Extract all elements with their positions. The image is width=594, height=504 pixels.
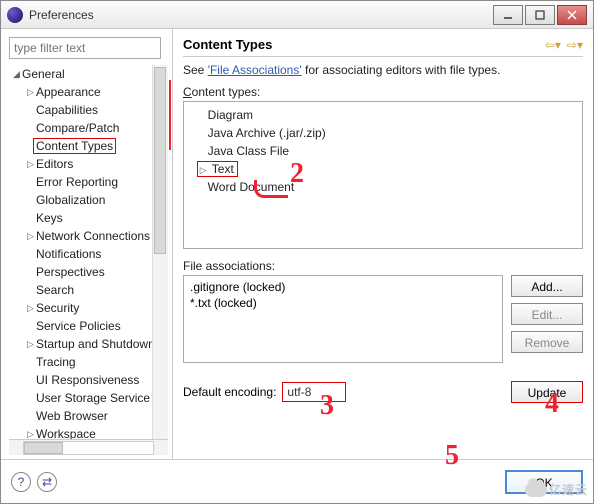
dialog-body: ◢General▷AppearanceCapabilitiesCompare/P… — [1, 29, 593, 459]
file-associations-section: File associations: .gitignore (locked)*.… — [183, 259, 583, 363]
update-button[interactable]: Update — [511, 381, 583, 403]
tree-root[interactable]: General — [22, 67, 65, 81]
ok-button[interactable]: OK — [505, 470, 583, 494]
content-type-java-class-file[interactable]: Java Class File — [190, 142, 576, 160]
right-pane: Content Types ⇦▾ ⇨▾ See 'File Associatio… — [173, 29, 593, 459]
tree-item-network-connections[interactable]: ▷Network Connections — [11, 227, 168, 245]
tree-item-workspace[interactable]: ▷Workspace — [11, 425, 168, 439]
tree-item-content-types[interactable]: Content Types — [11, 137, 168, 155]
add-button[interactable]: Add... — [511, 275, 583, 297]
file-associations-label: File associations: — [183, 259, 583, 273]
tree-item-perspectives[interactable]: Perspectives — [11, 263, 168, 281]
maximize-button[interactable] — [525, 5, 555, 25]
tree-item-security[interactable]: ▷Security — [11, 299, 168, 317]
tree-item-globalization[interactable]: Globalization — [11, 191, 168, 209]
preferences-tree[interactable]: ◢General▷AppearanceCapabilitiesCompare/P… — [9, 65, 168, 439]
encoding-row: Default encoding: Update — [183, 381, 583, 403]
filter-input[interactable] — [9, 37, 161, 59]
tree-item-web-browser[interactable]: Web Browser — [11, 407, 168, 425]
forward-icon[interactable]: ⇨▾ — [567, 38, 583, 52]
intro-text: See 'File Associations' for associating … — [183, 63, 583, 77]
file-assoc-item[interactable]: *.txt (locked) — [190, 296, 496, 312]
import-export-icon[interactable]: ⇄ — [37, 472, 57, 492]
tree-item-keys[interactable]: Keys — [11, 209, 168, 227]
app-icon — [7, 7, 23, 23]
content-type-text[interactable]: ▷ Text — [190, 160, 576, 178]
titlebar: Preferences — [1, 1, 593, 29]
tree-item-error-reporting[interactable]: Error Reporting — [11, 173, 168, 191]
content-type-java-archive-jar-zip-[interactable]: Java Archive (.jar/.zip) — [190, 124, 576, 142]
file-assoc-item[interactable]: .gitignore (locked) — [190, 280, 496, 296]
tree-item-service-policies[interactable]: Service Policies — [11, 317, 168, 335]
tree-wrap: ◢General▷AppearanceCapabilitiesCompare/P… — [9, 65, 168, 439]
nav-arrows: ⇦▾ ⇨▾ — [545, 38, 583, 52]
tree-item-notifications[interactable]: Notifications — [11, 245, 168, 263]
tree-item-tracing[interactable]: Tracing — [11, 353, 168, 371]
content-types-list[interactable]: Diagram Java Archive (.jar/.zip) Java Cl… — [183, 101, 583, 249]
file-assoc-buttons: Add... Edit... Remove — [511, 275, 583, 363]
window-buttons — [493, 5, 587, 25]
file-associations-list[interactable]: .gitignore (locked)*.txt (locked) — [183, 275, 503, 363]
tree-scrollbar-horizontal[interactable] — [9, 439, 168, 455]
remove-button: Remove — [511, 331, 583, 353]
minimize-button[interactable] — [493, 5, 523, 25]
preferences-window: Preferences ◢General▷AppearanceCapabilit… — [0, 0, 594, 504]
tree-item-capabilities[interactable]: Capabilities — [11, 101, 168, 119]
content-type-word-document[interactable]: Word Document — [190, 178, 576, 196]
tree-item-user-storage-service[interactable]: User Storage Service — [11, 389, 168, 407]
tree-item-startup-and-shutdown[interactable]: ▷Startup and Shutdown — [11, 335, 168, 353]
left-pane: ◢General▷AppearanceCapabilitiesCompare/P… — [1, 29, 173, 459]
file-associations-link[interactable]: 'File Associations' — [208, 63, 302, 77]
tree-item-ui-responsiveness[interactable]: UI Responsiveness — [11, 371, 168, 389]
tree-item-editors[interactable]: ▷Editors — [11, 155, 168, 173]
help-icon[interactable]: ? — [11, 472, 31, 492]
default-encoding-label: Default encoding: — [183, 385, 276, 399]
page-header: Content Types ⇦▾ ⇨▾ — [183, 37, 583, 57]
content-type-diagram[interactable]: Diagram — [190, 106, 576, 124]
tree-item-appearance[interactable]: ▷Appearance — [11, 83, 168, 101]
tree-item-compare-patch[interactable]: Compare/Patch — [11, 119, 168, 137]
dialog-footer: ? ⇄ OK — [1, 459, 593, 503]
tree-scrollbar-vertical[interactable] — [152, 65, 168, 439]
back-icon[interactable]: ⇦▾ — [545, 38, 561, 52]
close-button[interactable] — [557, 5, 587, 25]
content-types-label: Content types: — [183, 85, 583, 99]
tree-item-search[interactable]: Search — [11, 281, 168, 299]
page-title: Content Types — [183, 37, 545, 52]
default-encoding-input[interactable] — [282, 382, 346, 402]
edit-button: Edit... — [511, 303, 583, 325]
window-title: Preferences — [29, 8, 493, 22]
